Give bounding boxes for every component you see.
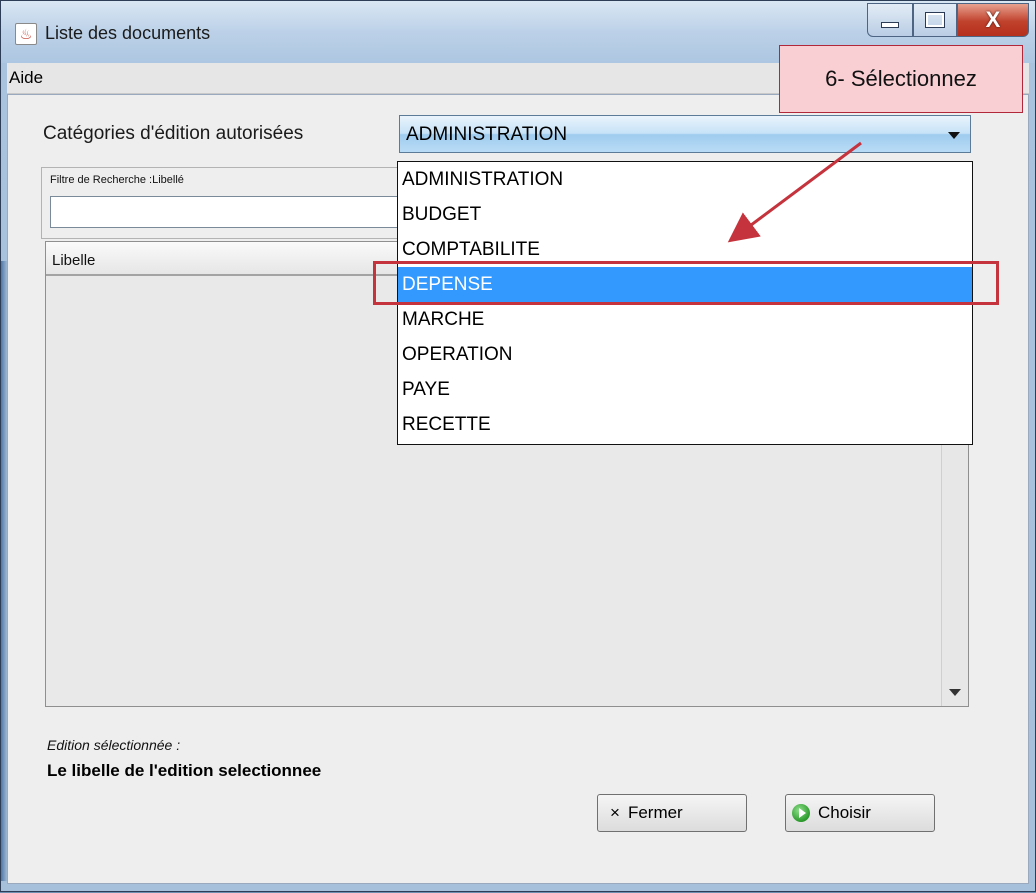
dropdown-option-marche[interactable]: MARCHE — [398, 302, 972, 337]
chevron-down-icon[interactable] — [948, 132, 960, 139]
fermer-label: Fermer — [627, 803, 683, 822]
window-controls: X — [867, 3, 1029, 39]
search-filter-label: Filtre de Recherche :Libellé — [50, 174, 184, 186]
minimize-icon — [881, 22, 899, 28]
maximize-icon — [925, 12, 945, 28]
window-left-edge — [1, 261, 7, 881]
annotation-callout: 6- Sélectionnez — [779, 45, 1023, 113]
menu-aide[interactable]: Aide — [9, 68, 43, 88]
close-icon: X — [985, 7, 1001, 32]
close-x-icon: × — [610, 803, 620, 822]
dropdown-option-administration[interactable]: ADMINISTRATION — [398, 162, 972, 197]
category-combobox[interactable]: ADMINISTRATION — [399, 115, 971, 153]
selected-edition-value: Le libelle de l'edition selectionnee — [47, 761, 322, 780]
dropdown-option-recette[interactable]: RECETTE — [398, 407, 972, 442]
fermer-button[interactable]: × Fermer — [597, 794, 747, 832]
maximize-button[interactable] — [913, 3, 957, 37]
scroll-down-icon[interactable] — [949, 689, 961, 696]
dropdown-option-budget[interactable]: BUDGET — [398, 197, 972, 232]
annotation-highlight-box — [373, 261, 999, 305]
play-icon — [792, 804, 810, 822]
java-app-icon: ♨ — [15, 23, 37, 45]
dropdown-option-paye[interactable]: PAYE — [398, 372, 972, 407]
close-button[interactable]: X — [957, 3, 1029, 37]
selected-edition-caption: Edition sélectionnée : — [47, 737, 181, 753]
dropdown-option-operation[interactable]: OPERATION — [398, 337, 972, 372]
category-selected-value: ADMINISTRATION — [406, 124, 568, 145]
choisir-button[interactable]: Choisir — [785, 794, 935, 832]
choisir-label: Choisir — [818, 803, 871, 822]
minimize-button[interactable] — [867, 3, 913, 37]
column-header-label: Libelle — [52, 252, 96, 269]
category-label: Catégories d'édition autorisées — [43, 123, 304, 144]
window-title: Liste des documents — [45, 23, 211, 43]
application-window: ♨ Liste des documents X Aide Catégories … — [0, 0, 1036, 892]
annotation-callout-text: 6- Sélectionnez — [825, 66, 977, 91]
